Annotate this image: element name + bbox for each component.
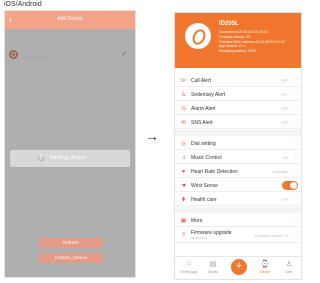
chevron-right-icon: › xyxy=(295,91,297,97)
tab-label: Home page xyxy=(180,270,198,274)
binding-dialog-text: Binding device xyxy=(50,155,86,161)
alarm-clock-icon: ◷ xyxy=(181,105,186,112)
refresh-button[interactable]: Refresh xyxy=(39,238,103,248)
platform-label: iOS/Android xyxy=(4,1,42,8)
tab-label: Device xyxy=(260,270,270,274)
device-name: ID205L xyxy=(219,21,239,27)
music-icon: ♫ xyxy=(181,154,186,161)
phone-icon: ☏ xyxy=(180,77,187,84)
settings-row-label: More xyxy=(191,218,203,224)
chevron-right-icon: › xyxy=(295,232,297,238)
tab-label: Details xyxy=(208,270,218,274)
chevron-right-icon: › xyxy=(295,217,297,223)
home-icon: ⌂ xyxy=(186,260,192,267)
health-cross-icon: ✚ xyxy=(181,196,186,203)
upgrade-icon: ⇧ xyxy=(181,231,186,238)
nav-bar: ‹ Add Device xyxy=(5,11,135,29)
screenshot-canvas: iOS/Android ‹ Add Device Please select a… xyxy=(0,0,304,283)
device-header: ID205L Connected at 2019-XX-XX XX:XX Fir… xyxy=(175,13,301,68)
settings-row-label: Wrist Sense xyxy=(191,183,218,189)
add-button[interactable]: + xyxy=(231,259,247,275)
settings-row-value: OFF xyxy=(281,120,288,125)
add-device-screen: ‹ Add Device Please select a device ID20… xyxy=(4,10,136,278)
binding-dialog: Binding device xyxy=(10,150,130,167)
settings-row-music-control[interactable]: ♫ Music Control ON › xyxy=(175,151,301,164)
watch-face-icon: ◎ xyxy=(181,140,186,147)
chevron-right-icon: › xyxy=(295,168,297,174)
section-divider xyxy=(175,207,301,213)
settings-row-sns-alert[interactable]: ✉ SNS Alert OFF › xyxy=(175,116,301,129)
more-grid-icon: ▦ xyxy=(180,217,187,224)
settings-row-more[interactable]: ▦ More › xyxy=(175,214,301,227)
chevron-right-icon: › xyxy=(295,154,297,160)
device-logo-icon xyxy=(185,23,211,49)
settings-row-heart-rate[interactable]: ♥ Heart Rate Detection Automatic › xyxy=(175,165,301,178)
chevron-right-icon: › xyxy=(295,119,297,125)
person-icon: ♙ xyxy=(181,91,186,98)
settings-row-label: SNS Alert xyxy=(191,120,213,126)
settings-row-value: OFF xyxy=(281,106,288,111)
wrist-sense-toggle[interactable] xyxy=(282,181,298,190)
settings-row-value: ON xyxy=(282,155,288,160)
page-title: Add Device xyxy=(57,16,83,22)
settings-row-value: Automatic xyxy=(272,169,288,174)
heart-icon: ♥ xyxy=(181,168,186,175)
spinner-icon xyxy=(38,155,44,161)
tab-user[interactable]: ♙ User xyxy=(278,260,300,274)
settings-row-wrist-sense: ☚ Wrist Sense xyxy=(175,179,301,192)
device-settings-screen: ID205L Connected at 2019-XX-XX XX:XX Fir… xyxy=(174,12,302,280)
settings-row-label: Music Control xyxy=(191,155,222,161)
settings-row-label: Heart Rate Detection xyxy=(191,169,238,175)
device-info-line: Remaining battery: 100% xyxy=(219,49,257,54)
settings-row-label: Dial setting xyxy=(191,141,216,147)
wrist-icon: ☚ xyxy=(181,182,186,189)
settings-row-value: Firmware version: V9 xyxy=(254,233,288,238)
bottom-tab-bar: ⌂ Home page ▤ Details + ⌚ Device ♙ User xyxy=(175,256,301,279)
flow-arrow-icon: → xyxy=(145,128,159,144)
device-info: Connected at 2019-XX-XX XX:XX Firmware v… xyxy=(219,30,301,54)
chevron-right-icon: › xyxy=(295,196,297,202)
tab-label: User xyxy=(285,270,293,274)
firmware-version-sub: Y1.01.04.11 xyxy=(191,236,207,240)
settings-row-label: Health care xyxy=(191,197,217,203)
tab-home[interactable]: ⌂ Home page xyxy=(178,260,200,274)
settings-row-value: OFF xyxy=(281,78,288,83)
chevron-right-icon: › xyxy=(295,105,297,111)
settings-row-label: Call Alert xyxy=(191,78,212,84)
watch-icon: ⌚ xyxy=(260,261,270,268)
settings-row-value: OFF xyxy=(281,197,288,202)
settings-row-firmware-upgrade[interactable]: ⇧ Firmware upgrade Y1.01.04.11 Firmware … xyxy=(175,228,301,243)
settings-row-value: OFF xyxy=(281,92,288,97)
tab-details[interactable]: ▤ Details xyxy=(202,260,224,274)
settings-row-alarm-alert[interactable]: ◷ Alarm Alert OFF › xyxy=(175,102,301,115)
section-divider xyxy=(175,130,301,136)
chevron-right-icon: › xyxy=(295,140,297,146)
settings-row-sedentary-alert[interactable]: ♙ Sedentary Alert OFF › xyxy=(175,88,301,101)
chevron-right-icon: › xyxy=(295,77,297,83)
confirm-device-button[interactable]: Confirm_Device xyxy=(39,253,103,263)
settings-row-label: Sedentary Alert xyxy=(191,92,226,98)
user-icon: ♙ xyxy=(285,261,293,268)
details-icon: ▤ xyxy=(209,261,217,268)
tab-device[interactable]: ⌚ Device xyxy=(254,260,276,274)
settings-row-dial-setting[interactable]: ◎ Dial setting › xyxy=(175,137,301,150)
settings-row-call-alert[interactable]: ☏ Call Alert OFF › xyxy=(175,74,301,87)
settings-row-label: Alarm Alert xyxy=(191,106,216,112)
message-icon: ✉ xyxy=(181,119,186,126)
settings-row-health-care[interactable]: ✚ Health care OFF › xyxy=(175,193,301,206)
